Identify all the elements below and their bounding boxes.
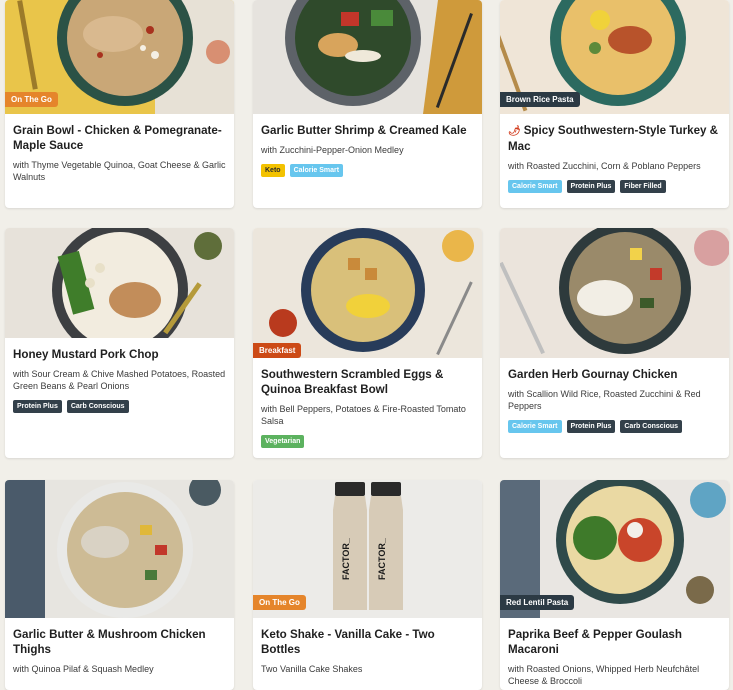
meal-photo: Breakfast <box>253 228 482 358</box>
meal-photo: Red Lentil Pasta <box>500 480 729 618</box>
meal-title: 🌶 Spicy Southwestern-Style Turkey & Mac <box>508 123 721 154</box>
meal-title: Honey Mustard Pork Chop <box>13 348 159 361</box>
meal-photo <box>5 480 234 618</box>
meal-title: Grain Bowl - Chicken & Pomegranate-Maple… <box>13 124 222 152</box>
meal-title-text: Spicy Southwestern-Style Turkey & Mac <box>508 124 719 153</box>
tag-list: Vegetarian <box>261 435 474 448</box>
tag-calorie-smart: Calorie Smart <box>508 420 562 433</box>
tag-protein-plus: Protein Plus <box>566 420 616 433</box>
meal-subtitle: with Quinoa Pilaf & Squash Medley <box>13 664 154 674</box>
meal-photo: FACTOR_ FACTOR_ On The Go <box>253 480 482 618</box>
chili-pepper-icon: 🌶 <box>508 126 521 137</box>
meal-title: Southwestern Scrambled Eggs & Quinoa Bre… <box>261 368 444 396</box>
meal-subtitle: with Sour Cream & Chive Mashed Potatoes,… <box>13 369 226 391</box>
category-badge: Red Lentil Pasta <box>500 595 575 610</box>
meal-photo: Brown Rice Pasta <box>500 0 729 114</box>
meal-photo: On The Go <box>5 0 234 114</box>
tag-list: Protein Plus Carb Conscious <box>13 400 226 413</box>
meal-subtitle: with Roasted Onions, Whipped Herb Neufch… <box>508 664 700 686</box>
tag-carb-conscious: Carb Conscious <box>620 420 683 433</box>
tag-calorie-smart: Calorie Smart <box>289 164 344 177</box>
meal-subtitle: with Roasted Zucchini, Corn & Poblano Pe… <box>508 161 701 171</box>
tag-list: Keto Calorie Smart <box>261 164 474 177</box>
tag-list: Calorie Smart Protein Plus Carb Consciou… <box>508 420 721 433</box>
meal-subtitle: with Zucchini-Pepper-Onion Medley <box>261 145 404 155</box>
tag-keto: Keto <box>261 164 285 177</box>
tag-protein-plus: Protein Plus <box>566 180 616 193</box>
meal-card[interactable]: Honey Mustard Pork Chop with Sour Cream … <box>5 228 234 458</box>
meal-card[interactable]: Garlic Butter & Mushroom Chicken Thighs … <box>5 480 234 690</box>
meal-subtitle: with Bell Peppers, Potatoes & Fire-Roast… <box>261 404 466 426</box>
tag-vegetarian: Vegetarian <box>261 435 305 448</box>
meal-subtitle: with Scallion Wild Rice, Roasted Zucchin… <box>508 389 701 411</box>
category-badge: On The Go <box>253 595 306 610</box>
bottle-logo: FACTOR_ <box>377 537 387 580</box>
meal-card[interactable]: Garden Herb Gournay Chicken with Scallio… <box>500 228 729 458</box>
meal-photo <box>5 228 234 338</box>
tag-calorie-smart: Calorie Smart <box>508 180 562 193</box>
meal-card[interactable]: Brown Rice Pasta 🌶 Spicy Southwestern-Sty… <box>500 0 729 208</box>
bottle-logo: FACTOR_ <box>341 537 351 580</box>
meal-title: Garlic Butter Shrimp & Creamed Kale <box>261 124 467 137</box>
meal-card[interactable]: Breakfast Southwestern Scrambled Eggs & … <box>253 228 482 458</box>
tag-protein-plus: Protein Plus <box>13 400 62 413</box>
meal-title: Paprika Beef & Pepper Goulash Macaroni <box>508 628 682 656</box>
meal-photo <box>500 228 729 358</box>
category-badge: Brown Rice Pasta <box>500 92 580 107</box>
meal-card[interactable]: FACTOR_ FACTOR_ On The Go Keto Shake - V… <box>253 480 482 690</box>
tag-carb-conscious: Carb Conscious <box>66 400 129 413</box>
meal-photo <box>253 0 482 114</box>
meal-subtitle: with Thyme Vegetable Quinoa, Goat Cheese… <box>13 160 226 182</box>
tag-list: Calorie Smart Protein Plus Fiber Filled <box>508 180 721 193</box>
meal-grid: On The Go Grain Bowl - Chicken & Pomegra… <box>0 0 733 690</box>
meal-subtitle: Two Vanilla Cake Shakes <box>261 664 363 674</box>
meal-title: Garden Herb Gournay Chicken <box>508 368 678 381</box>
category-badge: Breakfast <box>253 343 302 358</box>
tag-fiber-filled: Fiber Filled <box>620 180 666 193</box>
meal-card[interactable]: Red Lentil Pasta Paprika Beef & Pepper G… <box>500 480 729 690</box>
meal-title: Garlic Butter & Mushroom Chicken Thighs <box>13 628 206 656</box>
category-badge: On The Go <box>5 92 58 107</box>
meal-title: Keto Shake - Vanilla Cake - Two Bottles <box>261 628 435 656</box>
meal-card[interactable]: Garlic Butter Shrimp & Creamed Kale with… <box>253 0 482 208</box>
meal-card[interactable]: On The Go Grain Bowl - Chicken & Pomegra… <box>5 0 234 208</box>
